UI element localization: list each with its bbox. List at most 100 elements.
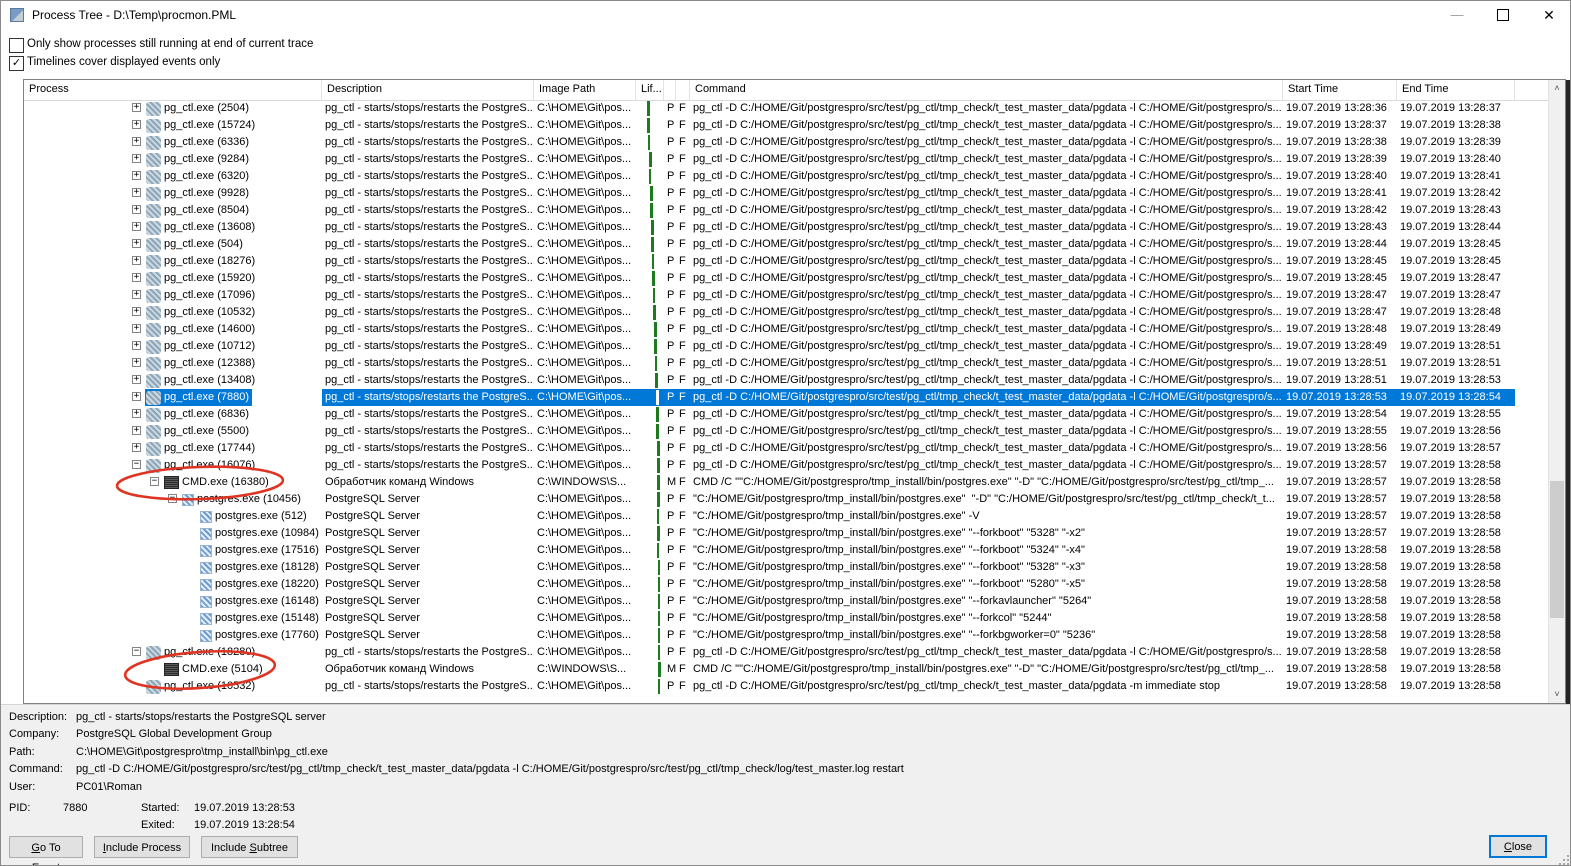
tree-row[interactable]: postgres.exe (15148)PostgreSQL ServerC:\… xyxy=(24,610,1548,627)
tree-row[interactable]: +pg_ctl.exe (14600)pg_ctl - starts/stops… xyxy=(24,321,1548,338)
tree-row[interactable]: +pg_ctl.exe (504)pg_ctl - starts/stops/r… xyxy=(24,236,1548,253)
column-header[interactable]: Lif... xyxy=(636,80,664,100)
tree-row[interactable]: +pg_ctl.exe (17744)pg_ctl - starts/stops… xyxy=(24,440,1548,457)
expand-icon[interactable]: + xyxy=(132,120,141,129)
expand-icon[interactable]: + xyxy=(132,205,141,214)
collapse-icon[interactable]: − xyxy=(168,494,177,503)
details-panel: Description: pg_ctl - starts/stops/resta… xyxy=(1,704,1571,866)
scroll-up-icon[interactable]: ˄ xyxy=(1549,80,1565,97)
tree-row[interactable]: +pg_ctl.exe (7880)pg_ctl - starts/stops/… xyxy=(24,389,1548,406)
expand-icon[interactable]: + xyxy=(132,426,141,435)
checkbox-only-running[interactable] xyxy=(9,38,24,53)
tree-row[interactable]: +pg_ctl.exe (10712)pg_ctl - starts/stops… xyxy=(24,338,1548,355)
started-label: Started: xyxy=(141,802,180,814)
expand-icon[interactable]: + xyxy=(132,171,141,180)
column-header[interactable]: Image Path xyxy=(534,80,636,100)
lifetime-bar xyxy=(657,441,660,456)
expand-icon[interactable]: + xyxy=(132,188,141,197)
tree-row[interactable]: postgres.exe (10984)PostgreSQL ServerC:\… xyxy=(24,525,1548,542)
tree-row[interactable]: +pg_ctl.exe (15920)pg_ctl - starts/stops… xyxy=(24,270,1548,287)
tree-row[interactable]: −postgres.exe (10456)PostgreSQL ServerC:… xyxy=(24,491,1548,508)
vertical-scrollbar[interactable]: ˄ ˅ xyxy=(1548,80,1565,703)
column-header[interactable] xyxy=(664,80,676,100)
expand-icon[interactable]: + xyxy=(132,392,141,401)
tree-row[interactable]: −pg_ctl.exe (18280)pg_ctl - starts/stops… xyxy=(24,644,1548,661)
close-button[interactable]: Close xyxy=(1489,835,1547,858)
column-header[interactable]: End Time xyxy=(1397,80,1515,100)
lifetime-bar xyxy=(653,288,655,303)
process-label: pg_ctl.exe (8504) xyxy=(164,202,249,219)
expand-icon[interactable]: + xyxy=(132,358,141,367)
description-value: pg_ctl - starts/stops/restarts the Postg… xyxy=(76,711,326,723)
lifetime-bar xyxy=(658,577,660,592)
tree-row[interactable]: postgres.exe (17516)PostgreSQL ServerC:\… xyxy=(24,542,1548,559)
tree-row[interactable]: postgres.exe (18220)PostgreSQL ServerC:\… xyxy=(24,576,1548,593)
column-header[interactable] xyxy=(676,80,690,100)
minimize-button[interactable]: — xyxy=(1434,1,1480,29)
column-header[interactable]: Start Time xyxy=(1283,80,1397,100)
tree-row[interactable]: pg_ctl.exe (10532)pg_ctl - starts/stops/… xyxy=(24,678,1548,695)
tree-row[interactable]: +pg_ctl.exe (6836)pg_ctl - starts/stops/… xyxy=(24,406,1548,423)
expand-icon[interactable]: + xyxy=(132,239,141,248)
column-header[interactable]: Process xyxy=(24,80,322,100)
expand-icon[interactable]: + xyxy=(132,273,141,282)
pg-ctl-icon xyxy=(146,204,161,218)
tree-row[interactable]: +pg_ctl.exe (12388)pg_ctl - starts/stops… xyxy=(24,355,1548,372)
tree-row[interactable]: CMD.exe (5104)Обработчик команд WindowsC… xyxy=(24,661,1548,678)
expand-icon[interactable]: + xyxy=(132,290,141,299)
include-subtree-button[interactable]: Include Subtree xyxy=(201,836,298,858)
expand-icon[interactable]: + xyxy=(132,307,141,316)
expand-icon[interactable]: + xyxy=(132,443,141,452)
lifetime-bar xyxy=(655,373,658,388)
expand-icon[interactable]: + xyxy=(132,103,141,112)
tree-row[interactable]: +pg_ctl.exe (6336)pg_ctl - starts/stops/… xyxy=(24,134,1548,151)
expand-icon[interactable]: + xyxy=(132,222,141,231)
column-header[interactable]: Command xyxy=(690,80,1283,100)
tree-row[interactable]: +pg_ctl.exe (17096)pg_ctl - starts/stops… xyxy=(24,287,1548,304)
process-label: pg_ctl.exe (9284) xyxy=(164,151,249,168)
close-window-button[interactable]: ✕ xyxy=(1526,1,1571,29)
lifetime-bar xyxy=(658,679,660,694)
expand-icon[interactable]: + xyxy=(132,341,141,350)
lifetime-bar xyxy=(656,424,659,439)
user-label: User: xyxy=(9,781,35,793)
collapse-icon[interactable]: − xyxy=(132,647,141,656)
expand-icon[interactable]: + xyxy=(132,324,141,333)
resize-grip[interactable] xyxy=(1557,853,1569,865)
expand-icon[interactable]: + xyxy=(132,375,141,384)
tree-row[interactable]: +pg_ctl.exe (9284)pg_ctl - starts/stops/… xyxy=(24,151,1548,168)
scrollbar-thumb[interactable] xyxy=(1550,481,1564,618)
column-header[interactable]: Description xyxy=(322,80,534,100)
collapse-icon[interactable]: − xyxy=(150,477,159,486)
tree-row[interactable]: +pg_ctl.exe (13408)pg_ctl - starts/stops… xyxy=(24,372,1548,389)
expand-icon[interactable]: + xyxy=(132,137,141,146)
maximize-button[interactable] xyxy=(1480,1,1526,29)
tree-row[interactable]: +pg_ctl.exe (5500)pg_ctl - starts/stops/… xyxy=(24,423,1548,440)
tree-row[interactable]: +pg_ctl.exe (13608)pg_ctl - starts/stops… xyxy=(24,219,1548,236)
expand-icon[interactable]: + xyxy=(132,409,141,418)
process-label: pg_ctl.exe (9928) xyxy=(164,185,249,202)
lifetime-bar xyxy=(657,492,660,507)
app-icon xyxy=(10,8,24,22)
tree-row[interactable]: −pg_ctl.exe (16076)pg_ctl - starts/stops… xyxy=(24,457,1548,474)
tree-row[interactable]: −CMD.exe (16380)Обработчик команд Window… xyxy=(24,474,1548,491)
tree-row[interactable]: +pg_ctl.exe (9928)pg_ctl - starts/stops/… xyxy=(24,185,1548,202)
go-to-event-button[interactable]: Go To Event xyxy=(9,836,83,858)
tree-row[interactable]: +pg_ctl.exe (18276)pg_ctl - starts/stops… xyxy=(24,253,1548,270)
collapse-icon[interactable]: − xyxy=(132,460,141,469)
expand-icon[interactable]: + xyxy=(132,154,141,163)
tree-row[interactable]: +pg_ctl.exe (6320)pg_ctl - starts/stops/… xyxy=(24,168,1548,185)
expand-icon[interactable]: + xyxy=(132,256,141,265)
tree-row[interactable]: postgres.exe (16148)PostgreSQL ServerC:\… xyxy=(24,593,1548,610)
scroll-down-icon[interactable]: ˅ xyxy=(1549,686,1565,703)
tree-row[interactable]: postgres.exe (512)PostgreSQL ServerC:\HO… xyxy=(24,508,1548,525)
tree-row[interactable]: postgres.exe (18128)PostgreSQL ServerC:\… xyxy=(24,559,1548,576)
tree-row[interactable]: postgres.exe (17760)PostgreSQL ServerC:\… xyxy=(24,627,1548,644)
tree-row[interactable]: +pg_ctl.exe (10532)pg_ctl - starts/stops… xyxy=(24,304,1548,321)
cmd-icon xyxy=(164,663,179,676)
tree-row[interactable]: +pg_ctl.exe (15724)pg_ctl - starts/stops… xyxy=(24,117,1548,134)
include-process-button[interactable]: Include Process xyxy=(94,836,190,858)
tree-row[interactable]: +pg_ctl.exe (8504)pg_ctl - starts/stops/… xyxy=(24,202,1548,219)
tree-row[interactable]: +pg_ctl.exe (2504)pg_ctl - starts/stops/… xyxy=(24,100,1548,117)
checkbox-timelines[interactable]: ✓ xyxy=(9,56,24,71)
